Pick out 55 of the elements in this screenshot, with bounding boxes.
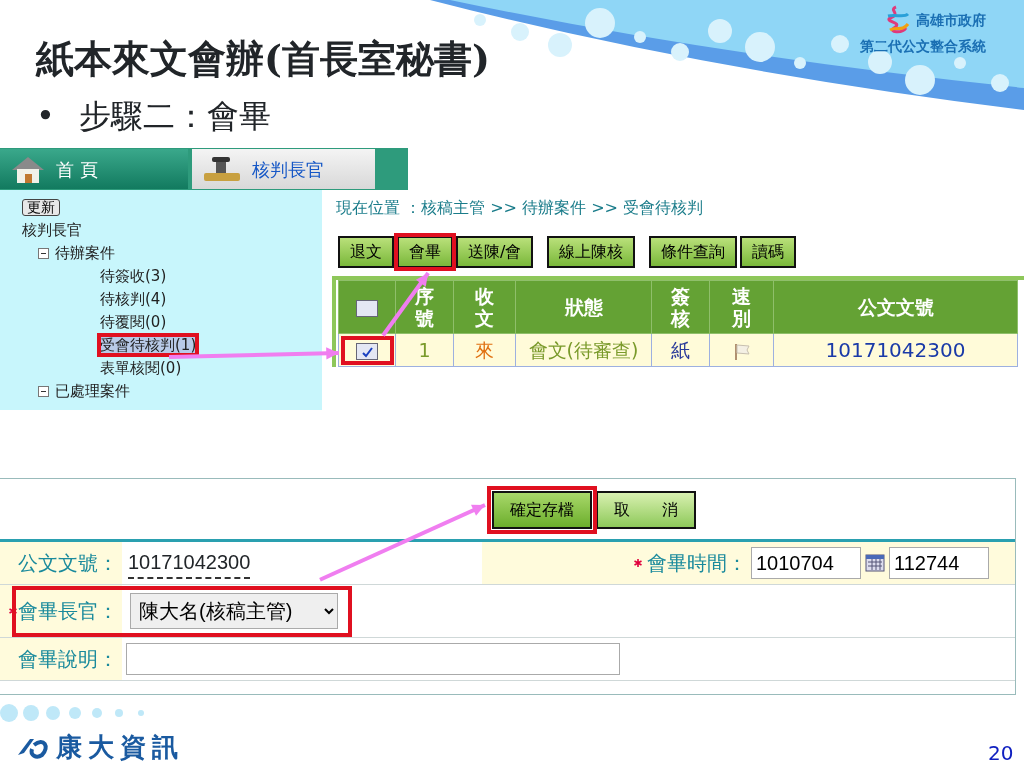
document-number: 10171042300 (128, 547, 251, 579)
column-header: 收文 (453, 280, 516, 334)
tree-item[interactable]: 待覆閱(0) (100, 313, 167, 331)
toolbar-button[interactable]: 送陳/會 (456, 236, 534, 268)
field-label: 會畢說明： (18, 647, 118, 672)
select-all-checkbox[interactable] (356, 300, 378, 317)
field-label: 會畢長官： (18, 599, 118, 624)
collapse-toggle-icon[interactable] (38, 386, 49, 397)
logo-subtitle: 第二代公文整合系統 (860, 37, 986, 56)
bullet-dot: • (36, 96, 55, 137)
tree-item[interactable]: 待簽收(3) (100, 267, 167, 285)
tree-item[interactable]: 待核判(4) (100, 290, 167, 308)
house-icon (10, 154, 46, 184)
tree-item[interactable]: 已處理案件 (55, 380, 130, 403)
calendar-icon (865, 553, 885, 573)
field-label: 會畢時間： (647, 551, 747, 576)
toolbar-button[interactable]: 讀碼 (740, 236, 797, 268)
column-header: 速別 (709, 280, 774, 334)
note-field[interactable] (126, 643, 620, 675)
slide-subtitle: 步驟二：會畢 (78, 96, 271, 137)
tree-item[interactable]: 待辦案件 (55, 242, 115, 265)
table-cell: 會文(待審查) (515, 333, 652, 367)
collapse-toggle-icon[interactable] (38, 248, 49, 259)
tab[interactable]: 首 頁 (0, 149, 188, 189)
toolbar-button[interactable]: 線上陳核 (547, 236, 636, 268)
page-number: 20 (988, 740, 1014, 767)
brand-name: 康大資訊 (56, 731, 184, 764)
row-checkbox[interactable] (356, 343, 378, 360)
stamp-icon (202, 155, 242, 183)
field-label: 公文文號： (18, 551, 118, 576)
flag-icon (732, 341, 751, 362)
date-field[interactable]: 1010704 (751, 547, 861, 579)
table-cell: 紙 (651, 333, 710, 367)
column-header: 公文文號 (773, 280, 1018, 334)
table-cell: 10171042300 (773, 333, 1018, 367)
table-cell: 1 (395, 333, 454, 367)
breadcrumb: 現在位置 ：核稿主管 >> 待辦案件 >> 受會待核判 (336, 197, 705, 219)
tab[interactable]: 核判長官 (192, 149, 375, 189)
highlight-frame (340, 335, 394, 365)
officer-select[interactable]: 陳大名(核稿主管) (130, 593, 338, 629)
logo-name: 高雄市政府 (916, 10, 986, 30)
refresh-button[interactable]: 更新 (22, 199, 60, 216)
toolbar-button[interactable]: 條件查詢 (649, 236, 738, 268)
time-field[interactable]: 112744 (889, 547, 989, 579)
column-header: 狀態 (515, 280, 652, 334)
toolbar-button[interactable]: 退文 (338, 236, 394, 268)
slide-title: 紙本來文會辦(首長室秘書) (36, 35, 490, 83)
form-button[interactable]: 取 消 (596, 491, 696, 529)
column-header: 簽核 (651, 280, 710, 334)
tree-item[interactable]: 表單核閱(0) (100, 359, 182, 377)
table-cell: 來 (453, 333, 516, 367)
form-button[interactable]: 確定存檔 (492, 491, 592, 529)
highlight-frame (394, 233, 456, 271)
tree-root: 核判長官 (22, 220, 83, 241)
toolbar-button[interactable]: 會畢 (397, 236, 453, 268)
